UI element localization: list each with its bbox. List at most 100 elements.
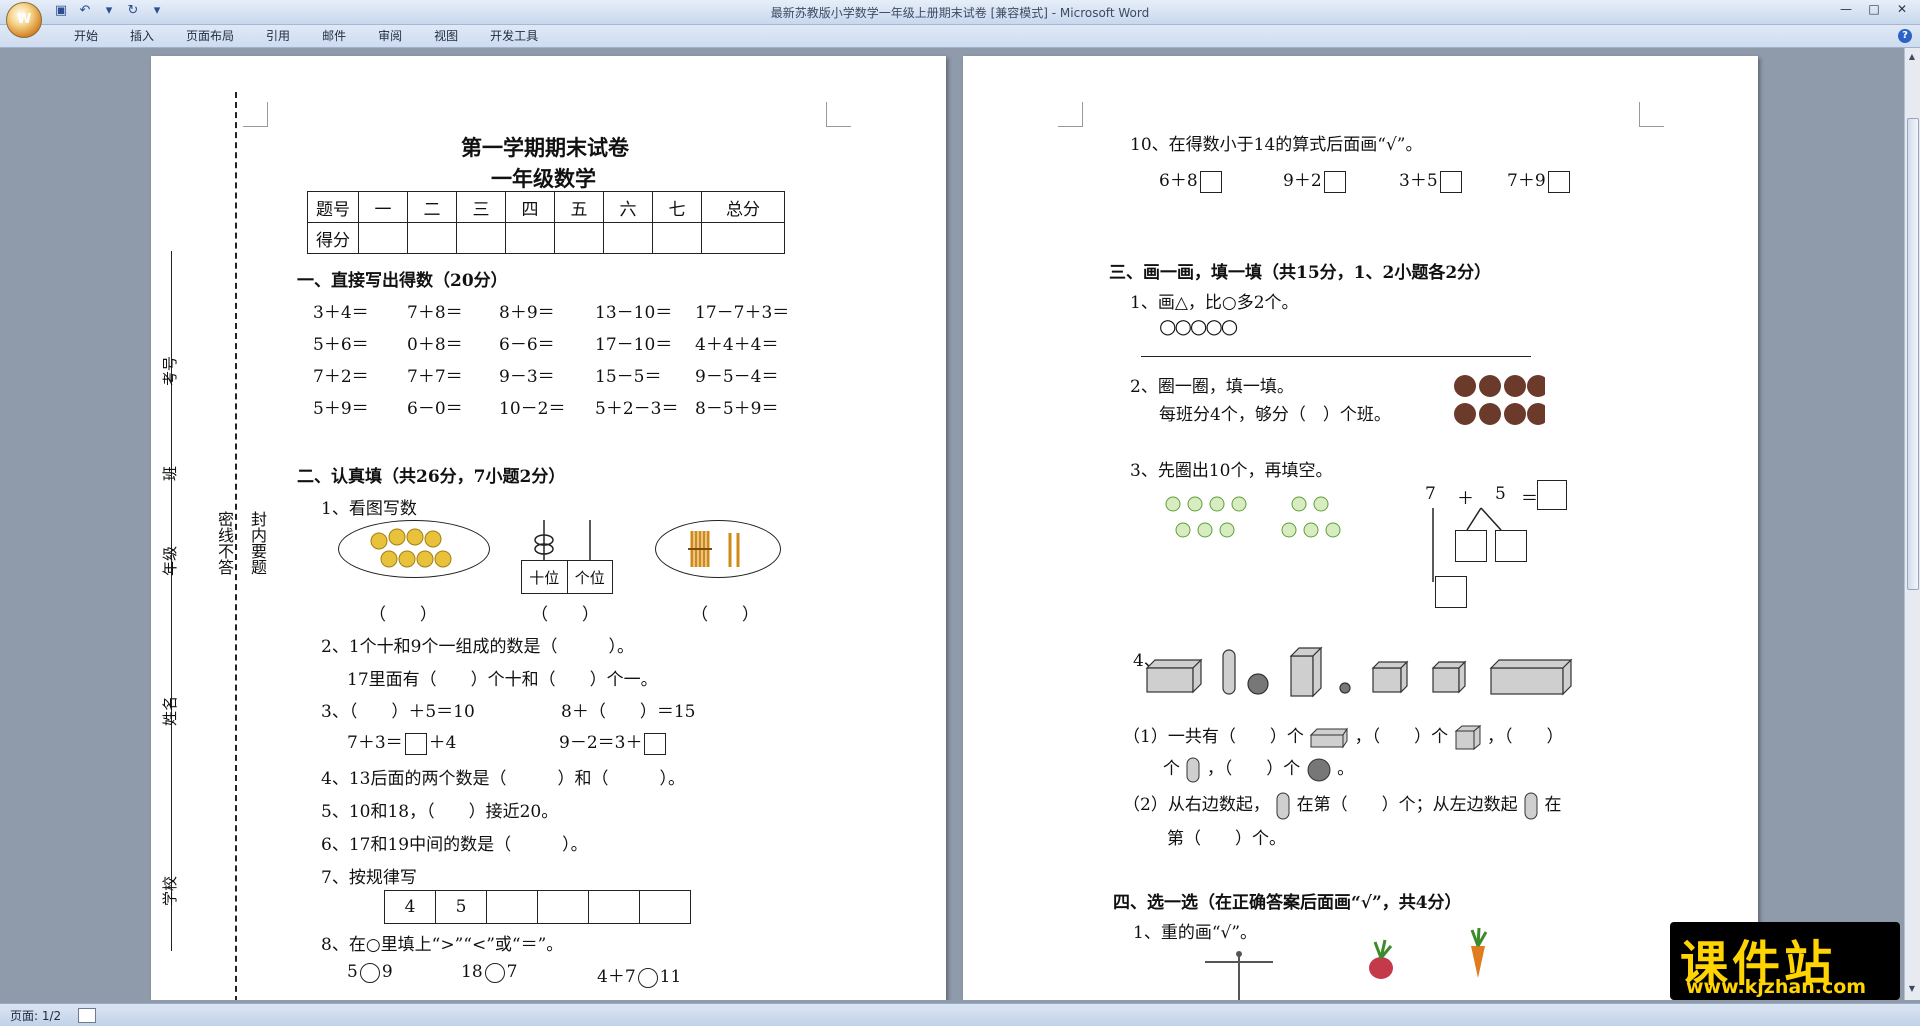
score-header-cell: 七 [652, 191, 702, 223]
score-cell[interactable] [701, 222, 785, 254]
sphere-icon [1307, 758, 1331, 781]
arith-row: 5＋6＝ 0＋8＝ 6－6＝ 17－10＝ 4＋4＋4＝ [313, 330, 778, 355]
s3q4-2c: 在 [1544, 795, 1562, 815]
tab-review[interactable]: 审阅 [362, 28, 418, 44]
q10-expr: 6＋8 [1159, 171, 1198, 191]
maximize-icon[interactable]: □ [1862, 2, 1886, 20]
q3a1-text: 3、（ ）＋5＝10 [321, 702, 475, 722]
seq-cell[interactable] [639, 890, 691, 924]
help-icon[interactable]: ? [1898, 29, 1912, 43]
score-cell[interactable] [456, 222, 506, 254]
tab-view[interactable]: 视图 [418, 28, 474, 44]
arith-row: 7＋2＝ 7＋7＝ 9－3＝ 15－5＝ 9－5－4＝ [313, 362, 778, 387]
scrollbar-thumb[interactable] [1907, 118, 1919, 590]
q2b-text: 17里面有（ ）个十和（ ）个一。 [347, 670, 658, 690]
q3b2: 9－2＝3＋ [559, 728, 668, 755]
compare-circle[interactable] [359, 962, 380, 983]
drawing-line[interactable] [1141, 356, 1531, 357]
arith-item: 10－2＝ [499, 399, 566, 419]
tab-mailings[interactable]: 邮件 [306, 28, 362, 44]
arith-item: 5＋2－3＝ [595, 399, 679, 419]
cylinder-icon [1276, 792, 1290, 819]
q8-right: 11 [659, 967, 682, 987]
seq-cell[interactable] [588, 890, 640, 924]
arith-item: 17－10＝ [595, 335, 673, 355]
office-button[interactable]: W [6, 2, 42, 38]
binding-dashed-line [235, 92, 237, 1000]
proofing-icon[interactable] [78, 1008, 96, 1023]
label-class: 班 [161, 465, 179, 481]
crop-mark [1058, 102, 1083, 127]
vertical-scrollbar[interactable]: ▲ ▼ [1904, 48, 1920, 1000]
score-header-cell: 五 [554, 191, 604, 223]
minimize-icon[interactable]: — [1834, 2, 1858, 20]
answer-box[interactable] [644, 732, 667, 755]
q8-item: 18 7 [461, 962, 517, 983]
score-header-cell: 四 [505, 191, 555, 223]
crop-mark [1639, 102, 1664, 127]
score-header-cell: 题号 [307, 191, 359, 223]
scroll-down-icon[interactable]: ▼ [1907, 984, 1917, 996]
compare-circle[interactable] [484, 962, 505, 983]
answer-box[interactable] [404, 732, 427, 755]
score-header-cell: 总分 [701, 191, 785, 223]
s3q4-2b: 在第（ ）个；从左边数起 [1296, 795, 1518, 815]
site-watermark: 课件站 www.kjzhan.com [1670, 922, 1900, 1000]
s3q4-part1-line2: 个 ，（ ）个 。 [1163, 754, 1354, 783]
radish-picture [1165, 496, 1341, 538]
decompose-box[interactable] [1435, 576, 1467, 608]
eq-five: 5 [1495, 484, 1506, 504]
compare-circle[interactable] [637, 967, 658, 988]
s3q4-part2-line1: （2）从右边数起， 在第（ ）个；从左边数起 在 [1123, 790, 1561, 820]
arith-item: 4＋4＋4＝ [695, 335, 779, 355]
answer-paren: （ ） [531, 605, 599, 625]
check-box[interactable] [1547, 170, 1570, 193]
tab-references[interactable]: 引用 [250, 28, 306, 44]
q8-item: 4＋7 11 [597, 962, 681, 988]
section-2-title: 二、认真填（共26分，7小题2分） [297, 467, 566, 487]
q10-expr: 3＋5 [1399, 171, 1438, 191]
check-box[interactable] [1439, 170, 1462, 193]
q6-text: 6、17和19中间的数是（ ）。 [321, 835, 588, 855]
s3q4-2a: （2）从右边数起， [1123, 795, 1270, 815]
decompose-box[interactable] [1455, 530, 1487, 562]
score-cell[interactable] [603, 222, 653, 254]
q8-text: 8、在○里填上“>”“<”或“＝”。 [321, 935, 564, 955]
q8-left: 18 [461, 962, 483, 982]
s3q4-1e: ，（ ）个 [1206, 759, 1301, 779]
arith-item: 9－3＝ [499, 367, 555, 387]
tab-developer[interactable]: 开发工具 [474, 28, 554, 44]
check-box[interactable] [1199, 170, 1222, 193]
close-icon[interactable]: ✕ [1890, 2, 1914, 20]
exam-title: 第一学期期末试卷 [461, 135, 629, 160]
q8-right: 9 [381, 962, 393, 982]
score-header-cell: 一 [358, 191, 408, 223]
crop-mark [243, 102, 268, 127]
q10-item: 9＋2 [1283, 166, 1348, 193]
arith-item: 7＋2＝ [313, 367, 369, 387]
seq-cell[interactable] [486, 890, 538, 924]
arith-row: 3＋4＝ 7＋8＝ 8＋9＝ 13－10＝ 17－7＋3＝ [313, 298, 789, 323]
tab-page-layout[interactable]: 页面布局 [170, 28, 250, 44]
check-box[interactable] [1323, 170, 1346, 193]
sum-box[interactable] [1537, 480, 1567, 510]
exam-subtitle: 一年级数学 [491, 166, 596, 191]
score-header-cell: 三 [456, 191, 506, 223]
score-cell[interactable] [505, 222, 555, 254]
seq-cell[interactable] [537, 890, 589, 924]
score-cell[interactable] [407, 222, 457, 254]
decompose-box[interactable] [1495, 530, 1527, 562]
arith-item: 7＋7＝ [407, 367, 463, 387]
score-cell[interactable] [358, 222, 408, 254]
q8-left: 4＋7 [597, 967, 636, 987]
tab-insert[interactable]: 插入 [114, 28, 170, 44]
arith-row: 5＋9＝ 6－0＝ 10－2＝ 5＋2－3＝ 8－5＋9＝ [313, 394, 778, 419]
tab-home[interactable]: 开始 [58, 28, 114, 44]
arith-item: 3＋4＝ [313, 303, 369, 323]
score-cell[interactable] [652, 222, 702, 254]
scroll-up-icon[interactable]: ▲ [1907, 52, 1917, 64]
s3q4-1d: 个 [1163, 759, 1180, 779]
score-cell[interactable] [554, 222, 604, 254]
abacus-ones-label: 个位 [566, 560, 613, 594]
page-indicator[interactable]: 页面: 1/2 [10, 1007, 61, 1024]
